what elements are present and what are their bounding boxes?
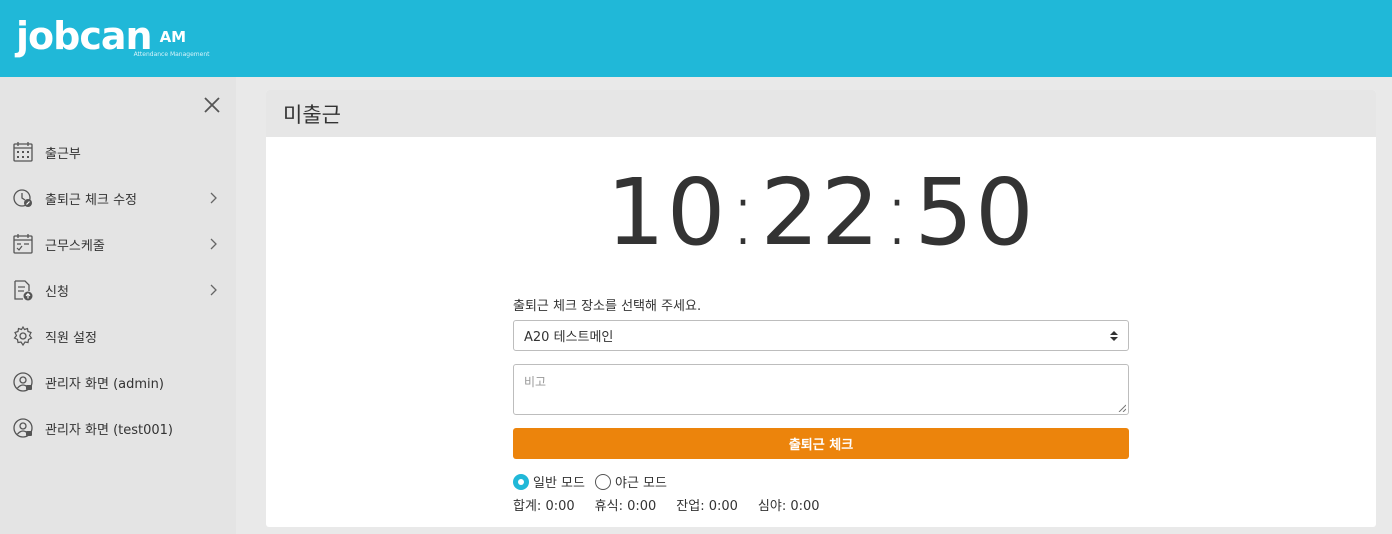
place-select[interactable]: A20 테스트메인 xyxy=(513,320,1129,351)
total-sum: 합계: 0:00 xyxy=(513,499,575,514)
total-label: 잔업 xyxy=(676,499,701,514)
clock-edit-icon xyxy=(13,189,32,207)
total-value: 0:00 xyxy=(708,499,738,514)
total-break: 휴식: 0:00 xyxy=(594,499,657,514)
total-value: 0:00 xyxy=(627,499,657,514)
current-time-clock: 10:22:50 xyxy=(606,159,1036,266)
check-form: 출퇴근 체크 장소를 선택해 주세요. A20 테스트메인 비고 출퇴근 체크 … xyxy=(513,295,1129,514)
total-label: 심야 xyxy=(757,499,782,514)
sidebar-item-admin-test001[interactable]: 관리자 화면 (test001) xyxy=(0,408,236,448)
panel-header: 미출근 xyxy=(266,90,1376,137)
mode-label: 야근 모드 xyxy=(614,476,667,491)
sidebar-item-admin[interactable]: 관리자 화면 (admin) xyxy=(0,362,236,402)
radio-normal[interactable] xyxy=(513,473,529,490)
mode-overtime[interactable]: 야근 모드 xyxy=(594,472,667,491)
jobcan-logo[interactable]: jobcan AM Attendance Management xyxy=(16,14,209,58)
total-overtime: 잔업: 0:00 xyxy=(676,499,738,514)
clock-hours: 10 xyxy=(606,159,728,266)
time-totals: 합계: 0:00 휴식: 0:00 잔업: 0:00 심야: 0:00 xyxy=(513,495,840,514)
mode-normal[interactable]: 일반 모드 xyxy=(513,472,585,491)
sidebar-item-label: 근무스케줄 xyxy=(45,238,105,254)
top-header: jobcan AM Attendance Management xyxy=(0,0,1392,77)
status-title: 미출근 xyxy=(283,102,341,127)
clock-seconds: 50 xyxy=(914,159,1036,266)
sidebar-item-label: 출근부 xyxy=(45,146,81,162)
sidebar-item-attendance-book[interactable]: 출근부 xyxy=(0,132,236,172)
sidebar: 출근부 출퇴근 체크 수정 근무스케줄 신청 직원 설정 관리자 화면 (adm… xyxy=(0,77,236,534)
logo-subtitle: Attendance Management xyxy=(133,51,210,58)
place-label: 출퇴근 체크 장소를 선택해 주세요. xyxy=(513,299,702,314)
mode-selector: 일반 모드 야근 모드 xyxy=(513,472,677,491)
mode-label: 일반 모드 xyxy=(533,476,585,491)
total-value: 0:00 xyxy=(790,499,820,514)
sidebar-item-label: 관리자 화면 (admin) xyxy=(45,376,164,392)
sidebar-item-staff-settings[interactable]: 직원 설정 xyxy=(0,316,236,356)
total-label: 휴식 xyxy=(594,499,619,514)
note-placeholder: 비고 xyxy=(524,375,547,389)
close-icon[interactable] xyxy=(202,95,222,115)
total-night: 심야: 0:00 xyxy=(757,499,820,514)
chevron-right-icon xyxy=(210,284,217,296)
clock-minutes: 22 xyxy=(760,159,882,266)
place-select-value: A20 테스트메인 xyxy=(524,330,614,345)
sidebar-item-schedule[interactable]: 근무스케줄 xyxy=(0,224,236,264)
resize-handle-icon[interactable] xyxy=(1118,404,1126,412)
attendance-panel: 미출근 10:22:50 출퇴근 체크 장소를 선택해 주세요. A20 테스트… xyxy=(266,90,1376,527)
logo-suffix: AM xyxy=(159,28,187,46)
schedule-icon xyxy=(13,234,33,254)
sidebar-item-label: 관리자 화면 (test001) xyxy=(45,422,173,438)
total-value: 0:00 xyxy=(545,499,575,514)
radio-overtime[interactable] xyxy=(594,473,611,490)
sidebar-item-label: 직원 설정 xyxy=(45,330,97,346)
select-updown-icon xyxy=(1110,331,1118,341)
sidebar-item-request[interactable]: 신청 xyxy=(0,270,236,310)
calendar-grid-icon xyxy=(13,142,33,162)
sidebar-item-label: 출퇴근 체크 수정 xyxy=(45,192,137,208)
gear-icon xyxy=(13,325,33,347)
logo-wordmark: jobcan xyxy=(16,14,153,58)
chevron-right-icon xyxy=(210,238,217,250)
sidebar-item-label: 신청 xyxy=(45,284,69,300)
chevron-right-icon xyxy=(210,192,217,204)
total-label: 합계 xyxy=(513,499,537,514)
sidebar-item-check-edit[interactable]: 출퇴근 체크 수정 xyxy=(0,178,236,218)
attendance-check-button[interactable]: 출퇴근 체크 xyxy=(513,428,1129,459)
document-upload-icon xyxy=(14,280,33,301)
admin-user-icon xyxy=(13,372,33,392)
admin-user-icon xyxy=(13,418,33,438)
note-textarea[interactable]: 비고 xyxy=(513,364,1129,415)
